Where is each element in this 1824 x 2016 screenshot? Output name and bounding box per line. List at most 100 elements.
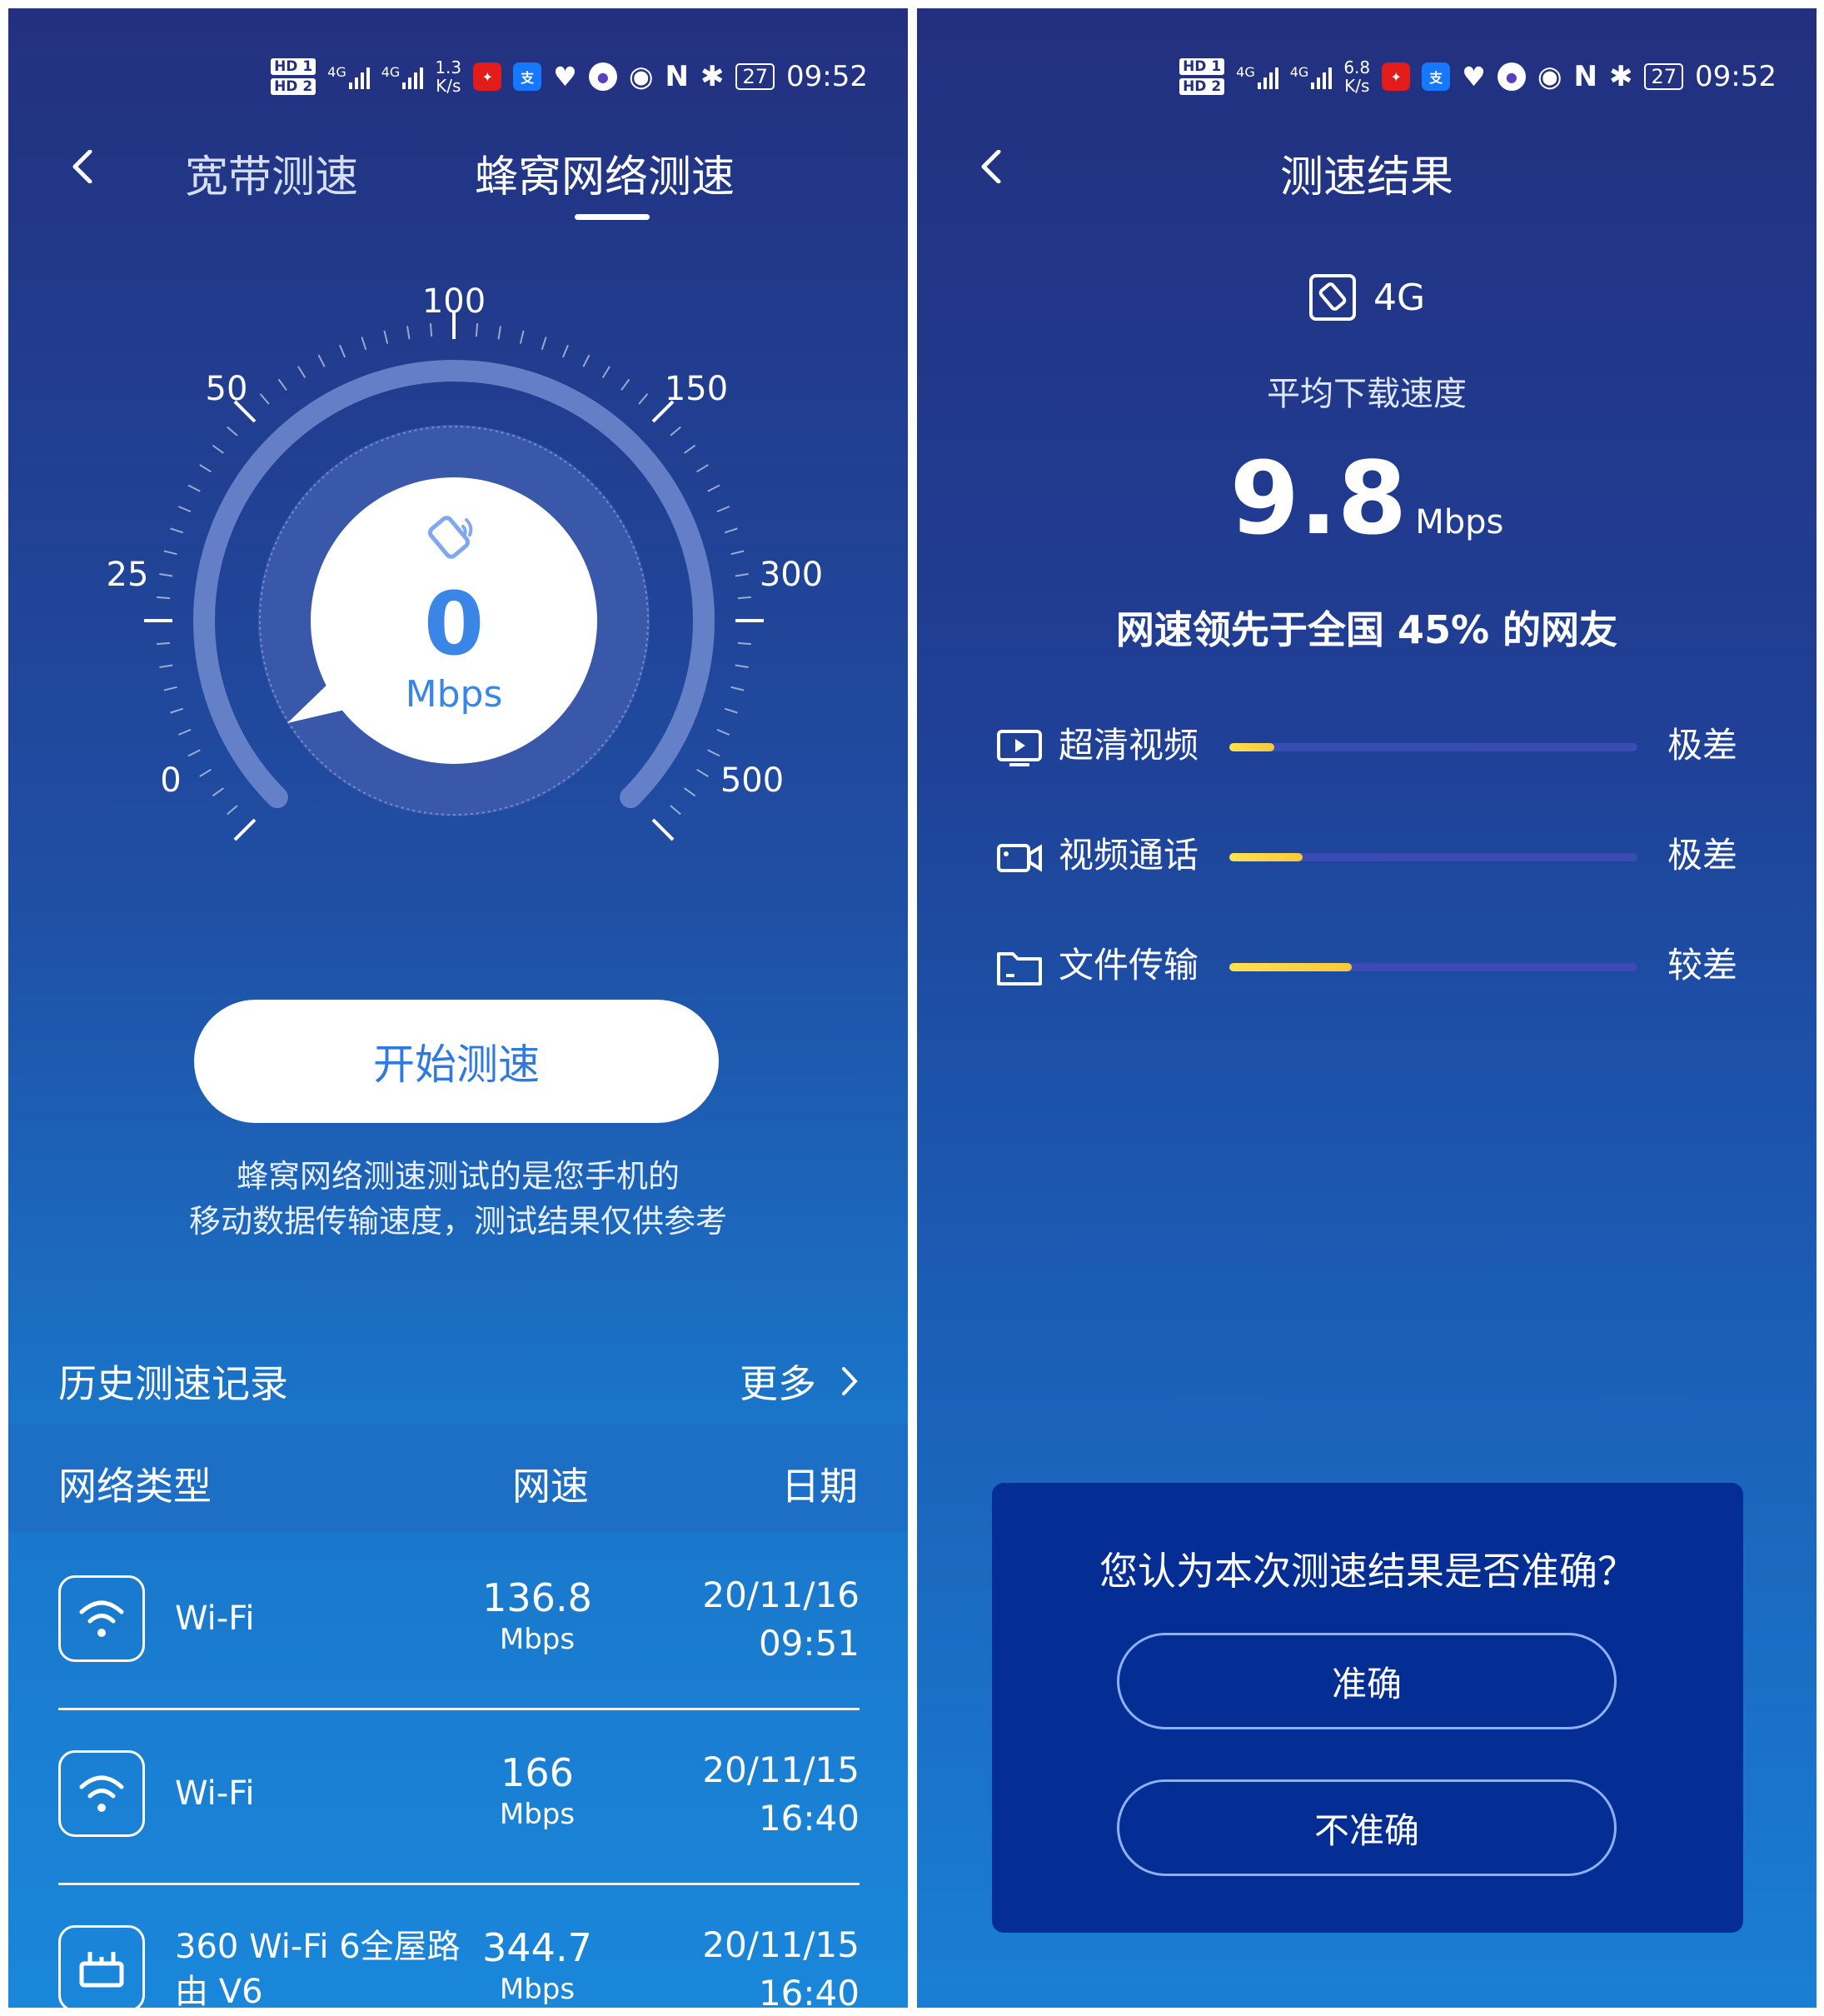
gauge-tick: [730, 686, 745, 691]
router-icon: [58, 1925, 145, 2008]
gauge-tick: [707, 484, 720, 492]
metric-video-call: 视频通话 极差: [996, 831, 1737, 881]
app-circle-icon: ●: [1497, 62, 1526, 91]
gauge-tick: [519, 330, 525, 344]
result-panel: HD 1 HD 2 4G 4G 6.8 K/s ✦ 支 ♥ ● ◉ N ✱ 27 0…: [917, 8, 1817, 2008]
gauge-tick: [620, 378, 630, 391]
wifi-icon: [58, 1575, 145, 1662]
metric-bar: [1229, 853, 1637, 861]
metric-uhd-video: 超清视频 极差: [996, 721, 1737, 771]
gauge-tick: [212, 787, 224, 797]
gauge-tick: [670, 805, 681, 816]
scale-label: 150: [665, 370, 728, 408]
eye-icon: ◉: [1537, 60, 1562, 93]
gauge-tick: [651, 818, 675, 841]
speed-rank: 网速领先于全国 45% 的网友: [1115, 607, 1618, 652]
header-speed: 网速: [512, 1464, 589, 1509]
gauge-tick: [227, 805, 238, 816]
app-notification-icon: ✦: [1382, 62, 1411, 91]
health-icon: ♥: [1462, 61, 1486, 92]
header-network-type: 网络类型: [58, 1464, 212, 1509]
clock: 09:52: [1695, 60, 1777, 93]
gauge-tick: [159, 573, 173, 577]
hd-icon: HD 1 HD 2: [1179, 58, 1225, 95]
gauge-tick: [157, 641, 171, 646]
gauge-tick: [187, 749, 201, 757]
accuracy-feedback-card: 您认为本次测速结果是否准确？ 准确 不准确: [992, 1483, 1743, 1933]
history-title: 历史测速记录: [58, 1361, 288, 1406]
scale-label: 0: [160, 761, 181, 800]
gauge-tick: [157, 596, 171, 600]
gauge-tick: [259, 393, 270, 405]
speed-value: 166 Mbps: [499, 1750, 576, 1831]
metric-bar: [1229, 743, 1637, 751]
start-test-button[interactable]: 开始测速: [194, 1000, 719, 1123]
gauge-tick: [187, 484, 201, 492]
gauge-tick: [406, 326, 411, 340]
gauge-tick: [561, 344, 569, 358]
table-row[interactable]: 360 Wi-Fi 6全屋路由 V6 344.7 Mbps 20/11/15 16:…: [58, 1883, 860, 2008]
network-name: Wi-Fi: [175, 1599, 255, 1638]
gauge-tick: [737, 641, 751, 646]
gauge-tick: [159, 664, 173, 668]
video-camera-icon: [997, 844, 1042, 872]
network-type: 4G: [917, 273, 1817, 322]
network-name: 360 Wi-Fi 6全屋路由 V6: [175, 1928, 461, 2008]
gauge-tick: [735, 664, 749, 668]
history-more-link[interactable]: 更多: [740, 1354, 858, 1409]
header-date: 日期: [781, 1464, 858, 1509]
status-bar: HD 1 HD 2 4G 4G 6.8 K/s ✦ 支 ♥ ● ◉ N ✱ 27 0…: [1179, 52, 1777, 102]
wifi-icon: [58, 1750, 145, 1837]
gauge-tick: [735, 573, 749, 577]
gauge-tick: [541, 337, 547, 351]
test-date: 20/11/15 16:40: [702, 1749, 860, 1839]
gauge-tick: [170, 527, 184, 534]
speed-gauge: 0 Mbps 0 25 50 100 150 300 500: [107, 282, 823, 841]
gauge-tick: [233, 818, 257, 841]
gauge-tick: [475, 323, 479, 337]
table-row[interactable]: Wi-Fi 136.8 Mbps 20/11/16 09:51: [58, 1533, 860, 1708]
speedtest-panel: HD 1 HD 2 4G 4G 1.3 K/s ✦ 支 ♥ ● ◉ N ✱ 27 0…: [8, 8, 908, 2008]
gauge-tick: [684, 444, 696, 454]
gauge-tick: [724, 707, 738, 714]
network-name: Wi-Fi: [175, 1774, 255, 1813]
gauge-tick: [716, 506, 730, 513]
gauge-tick: [212, 444, 224, 454]
avg-download-label: 平均下载速度: [1267, 375, 1467, 413]
scale-label: 100: [422, 282, 486, 321]
gauge-tick: [227, 426, 238, 437]
signal-icon: 4G: [1236, 64, 1278, 89]
bluetooth-icon: ✱: [1608, 60, 1633, 93]
gauge-tick: [696, 464, 709, 473]
gauge-tick: [199, 464, 212, 473]
phone-signal-icon: [1308, 274, 1356, 321]
tv-play-icon: [997, 730, 1042, 766]
test-date: 20/11/15 16:40: [702, 1924, 860, 2008]
gauge-tick: [177, 728, 192, 736]
speed-value: 136.8 Mbps: [482, 1575, 592, 1656]
metric-file-transfer: 文件传输 较差: [996, 941, 1737, 991]
gauge-tick: [317, 354, 326, 367]
gauge-tick: [361, 337, 367, 351]
gauge-tick: [497, 326, 501, 340]
metric-rating: 极差: [1667, 835, 1737, 876]
gauge-tick: [199, 768, 212, 777]
page-title: 测速结果: [1279, 152, 1453, 202]
test-date: 20/11/16 09:51: [702, 1574, 860, 1664]
scale-label: 25: [107, 556, 149, 594]
gauge-tick: [177, 506, 192, 513]
signal-icon: 4G: [1290, 64, 1333, 89]
metric-rating: 较差: [1667, 945, 1737, 986]
gauge-tick: [163, 686, 177, 691]
scale-label: 50: [206, 370, 248, 408]
battery-icon: 27: [1644, 63, 1684, 90]
table-row[interactable]: Wi-Fi 166 Mbps 20/11/15 16:40: [58, 1708, 860, 1883]
inaccurate-button[interactable]: 不准确: [1117, 1779, 1617, 1876]
gauge-tick: [670, 426, 681, 437]
gauge-tick: [707, 749, 720, 757]
chevron-right-icon: [842, 1367, 858, 1395]
accurate-button[interactable]: 准确: [1117, 1633, 1617, 1729]
gauge-tick: [696, 768, 709, 777]
network-rate: 6.8 K/s: [1343, 57, 1371, 96]
metric-rating: 极差: [1667, 725, 1737, 766]
